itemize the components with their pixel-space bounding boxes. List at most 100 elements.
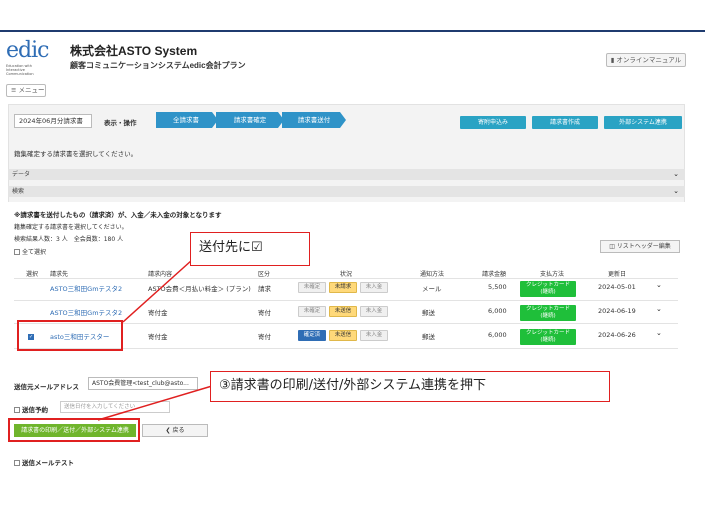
- online-manual-button[interactable]: ▮ オンラインマニュアル: [606, 53, 686, 67]
- chevron-down-icon[interactable]: ⌄: [656, 329, 662, 337]
- row3-type: 寄付: [258, 333, 271, 341]
- external-system-button[interactable]: 外部システム連携: [604, 116, 682, 129]
- col-type: 区分: [258, 271, 271, 278]
- row1-type: 請求: [258, 285, 271, 293]
- result-count: 検索結果人数：3 人 全会員数：180 人: [14, 236, 124, 243]
- row2-notify: 郵送: [422, 309, 435, 317]
- list-header-edit-label: リストヘッダー編集: [616, 243, 671, 250]
- row3-amount: 6,000: [488, 331, 507, 339]
- search-section-label: 検索: [12, 188, 25, 195]
- menu-label: メニュー: [18, 86, 45, 94]
- invoice-note: ※請求書を送付したもの（請求済）が、入金／未入金の対象となります: [14, 211, 222, 219]
- highlight-row3-select: [17, 320, 123, 351]
- row2-name[interactable]: ASTO三和田Gmテスタ2: [50, 307, 122, 317]
- col-content: 請求内容: [148, 271, 173, 278]
- sender-address-label: 送信元メールアドレス: [14, 383, 79, 391]
- schedule-checkbox[interactable]: [14, 407, 20, 413]
- back-button[interactable]: ❮ 戻る: [142, 424, 208, 437]
- row2-payment-badge: クレジットカード (継続): [520, 305, 576, 321]
- logo-subtitle: Education with Interactive Communication: [6, 64, 34, 76]
- step-confirm-invoices[interactable]: 請求書確定: [216, 112, 284, 128]
- row3-status-confirm: 確定済: [298, 330, 326, 341]
- row2-status-send: 未送信: [329, 306, 357, 317]
- row2-payment-note: (継続): [540, 313, 556, 319]
- col-amount: 請求金額: [482, 271, 507, 278]
- edic-logo: edic Education with Interactive Communic…: [6, 38, 49, 78]
- back-label: 戻る: [172, 427, 185, 434]
- row3-payment-note: (継続): [540, 337, 556, 343]
- row3-notify: 郵送: [422, 333, 435, 341]
- col-payment: 支払方法: [540, 271, 565, 278]
- schedule-label: 送信予約: [22, 406, 48, 414]
- row1-payment-note: (継続): [540, 289, 556, 295]
- col-select: 選択: [26, 271, 39, 278]
- row3-status-payment: 未入金: [360, 330, 388, 341]
- list-header-edit-button[interactable]: ◫ リストヘッダー編集: [600, 240, 680, 253]
- row1-status-confirm: 未確定: [298, 282, 326, 293]
- row3-content: 寄付金: [148, 333, 168, 341]
- chevron-down-icon: ⌄: [673, 187, 679, 195]
- row2-status-confirm: 未確定: [298, 306, 326, 317]
- product-name: 顧客コミュニケーションシステムedic会計プラン: [70, 61, 246, 70]
- row2-amount: 6,000: [488, 307, 507, 315]
- logo-text: edic: [6, 38, 49, 63]
- schedule-date-input[interactable]: 送信日付を入力してください: [60, 401, 170, 413]
- columns-icon: ◫: [609, 243, 617, 250]
- callout-check-recipient: 送付先に☑: [190, 232, 310, 266]
- row2-content: 寄付金: [148, 309, 168, 317]
- select-all[interactable]: 全て選択: [14, 247, 46, 256]
- step-all-invoices[interactable]: 全請求書: [156, 112, 218, 128]
- select-note: 籍集確定する請求書を選択してください。: [14, 224, 128, 231]
- row1-date: 2024-05-01: [598, 283, 636, 291]
- callout-press-print: ③請求書の印刷/送付/外部システム連携を押下: [210, 371, 610, 402]
- month-select[interactable]: 2024年06月分請求書: [14, 114, 92, 128]
- top-rule: [0, 30, 705, 32]
- divider: [14, 278, 678, 279]
- row1-status-payment: 未入金: [360, 282, 388, 293]
- row3-date: 2024-06-26: [598, 331, 636, 339]
- step-send-invoices[interactable]: 請求書送付: [282, 112, 346, 128]
- online-manual-label: オンラインマニュアル: [616, 56, 682, 64]
- test-mail-checkbox[interactable]: [14, 460, 20, 466]
- chevron-down-icon[interactable]: ⌄: [656, 305, 662, 313]
- chevron-down-icon[interactable]: ⌄: [656, 281, 662, 289]
- select-hint: 籍集確定する請求書を選択してください。: [14, 150, 138, 158]
- sender-address-select[interactable]: ASTO会費管理<test_club@asto...: [88, 377, 198, 390]
- toolbar: 2024年06月分請求書 表示・操作 全請求書 請求書確定 請求書送付 寄附申込…: [8, 110, 685, 132]
- col-billing-to: 請求先: [50, 271, 69, 278]
- menu-button[interactable]: ≡ メニュー: [6, 84, 46, 97]
- data-section-label: データ: [12, 171, 31, 178]
- schedule-send[interactable]: 送信予約: [14, 404, 48, 414]
- row1-payment-badge: クレジットカード (継続): [520, 281, 576, 297]
- operation-label: 表示・操作: [104, 119, 137, 127]
- create-invoice-button[interactable]: 請求書作成: [532, 116, 598, 129]
- row3-status-send: 未送信: [329, 330, 357, 341]
- row1-payment-method: クレジットカード: [525, 282, 570, 288]
- divider: [14, 300, 678, 301]
- col-updated: 更新日: [608, 271, 627, 278]
- hamburger-icon: ≡: [11, 86, 19, 94]
- test-mail[interactable]: 送信メールテスト: [14, 457, 74, 467]
- row3-payment-badge: クレジットカード (継続): [520, 329, 576, 345]
- donation-apply-button[interactable]: 寄附申込み: [460, 116, 526, 129]
- row1-name[interactable]: ASTO三和田Gmテスタ2: [50, 283, 122, 293]
- row2-date: 2024-06-19: [598, 307, 636, 315]
- select-all-label: 全て選択: [22, 249, 47, 256]
- row3-payment-method: クレジットカード: [525, 330, 570, 336]
- data-section-bar[interactable]: データ ⌄: [8, 169, 685, 180]
- row1-notify: メール: [422, 285, 442, 293]
- row1-amount: 5,500: [488, 283, 507, 291]
- company-name: 株式会社ASTO System: [70, 44, 198, 58]
- test-mail-label: 送信メールテスト: [22, 459, 74, 467]
- select-all-checkbox[interactable]: [14, 249, 20, 255]
- search-section-bar[interactable]: 検索 ⌄: [8, 186, 685, 197]
- row1-content: ASTO会費＜月払い料金＞ (プラン): [148, 285, 251, 293]
- row2-status-payment: 未入金: [360, 306, 388, 317]
- highlight-print-button: [8, 418, 140, 442]
- row2-type: 寄付: [258, 309, 271, 317]
- row2-payment-method: クレジットカード: [525, 306, 570, 312]
- step-nav: 全請求書 請求書確定 請求書送付: [156, 112, 346, 128]
- col-notify: 通知方法: [420, 271, 445, 278]
- col-status: 状況: [340, 271, 353, 278]
- chevron-down-icon: ⌄: [673, 170, 679, 178]
